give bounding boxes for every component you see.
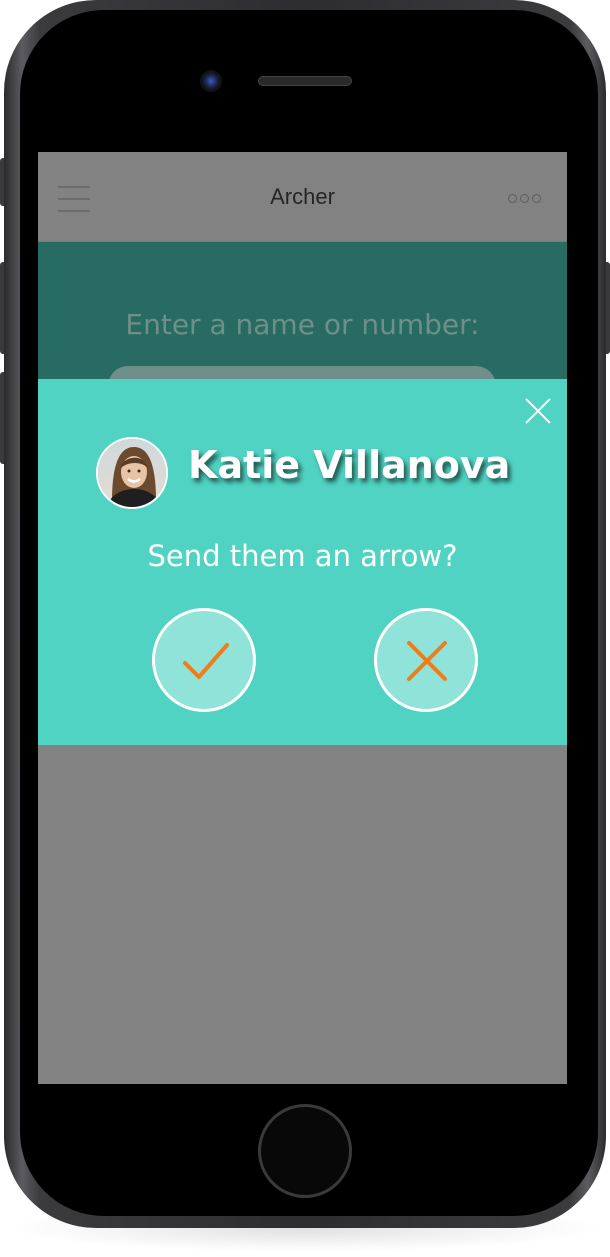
earpiece-speaker <box>258 76 352 86</box>
home-button[interactable] <box>258 1104 352 1198</box>
send-arrow-question: Send them an arrow? <box>147 539 458 573</box>
x-icon <box>407 641 447 681</box>
avatar-photo <box>98 439 166 507</box>
cancel-button[interactable] <box>374 608 478 712</box>
confirm-button[interactable] <box>152 608 256 712</box>
send-arrow-dialog: Katie Villanova Send them an arrow? <box>38 379 567 745</box>
recipient-entry-section: Enter a name or number: <box>38 242 567 406</box>
entry-prompt: Enter a name or number: <box>125 308 480 341</box>
close-icon[interactable] <box>520 393 556 429</box>
more-options-icon[interactable] <box>508 194 542 204</box>
checkmark-icon <box>183 643 229 679</box>
front-camera <box>200 70 222 92</box>
app-title: Archer <box>270 184 335 209</box>
avatar <box>96 437 168 509</box>
app-screen: Archer Enter a name or number: Katie Vil… <box>38 152 567 1084</box>
navigation-bar: Archer <box>38 152 567 242</box>
contact-name: Katie Villanova <box>188 443 511 487</box>
